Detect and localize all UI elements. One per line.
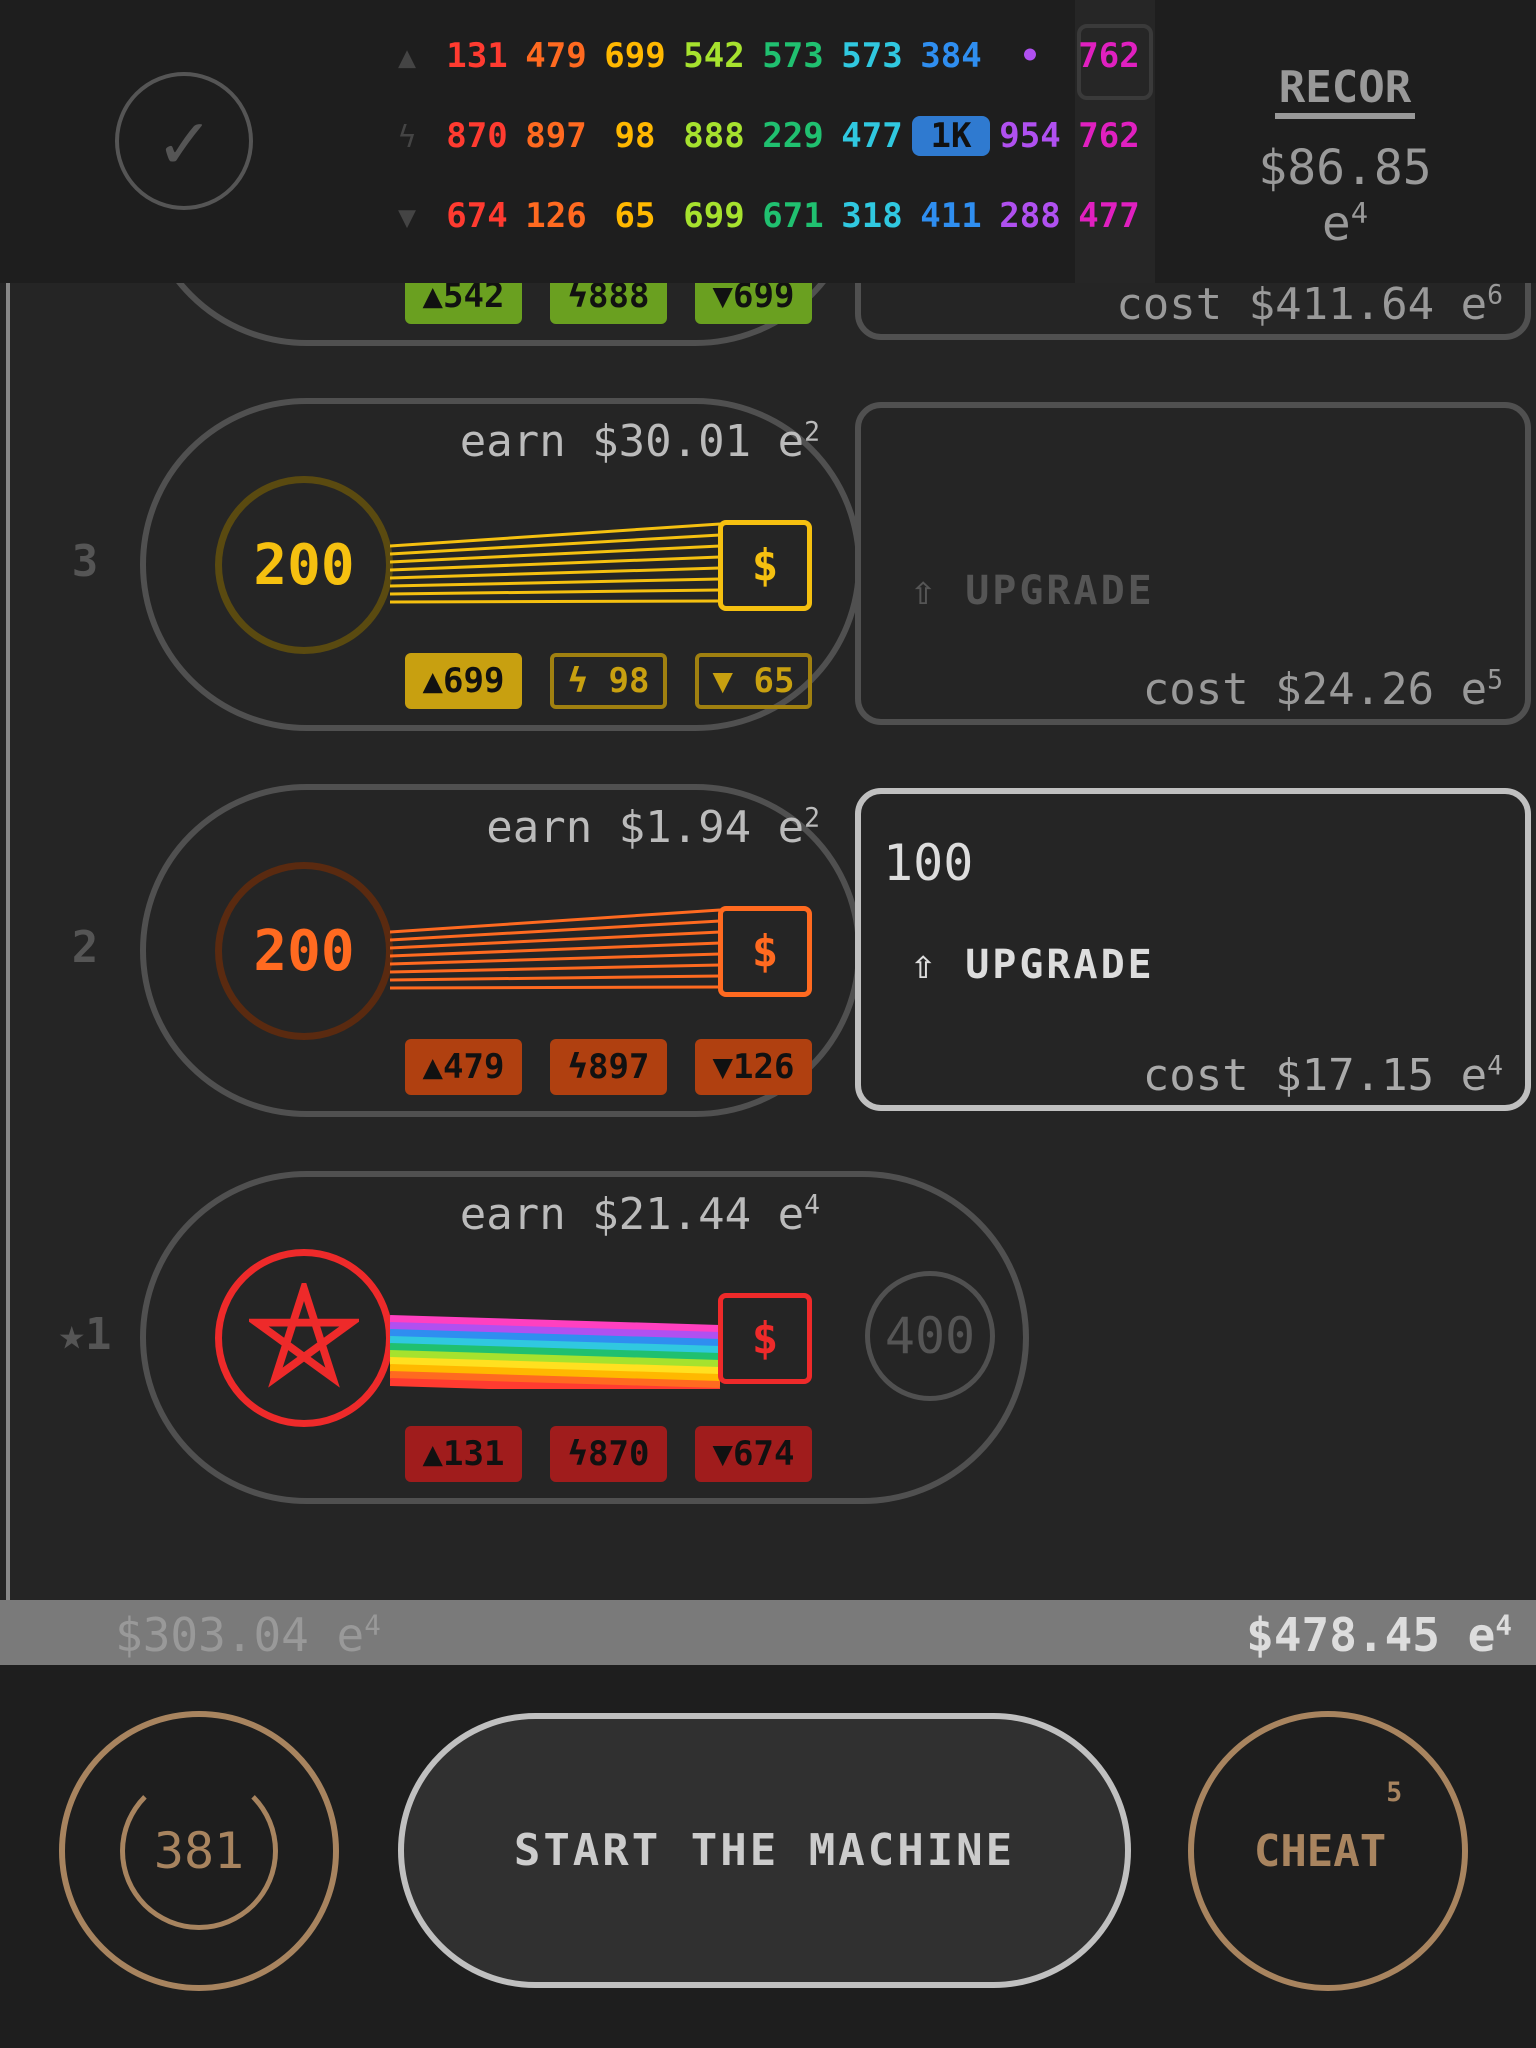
beam-line [390, 577, 720, 588]
beam-line [390, 908, 720, 934]
beam-line [390, 522, 720, 548]
stat-cell: 671 [762, 196, 824, 236]
stat-badge: ▲131 [405, 1426, 522, 1482]
stat-cell: 411 [920, 196, 982, 236]
stat-badge: ▲699 [405, 653, 522, 709]
stat-badge: ϟ870 [550, 1426, 667, 1482]
stats-panel: ✓ ▲ 131 479 699 542 573 573 384 • 762 ϟ 870 897 98 888… [0, 0, 1536, 283]
timer-button[interactable]: 381 [59, 1711, 339, 1991]
level-dial[interactable]: 200 [215, 862, 393, 1040]
stat-cell: 477 [1078, 196, 1140, 236]
stat-badge: ▼ 65 [695, 653, 812, 709]
upgrade-cost: cost $411.64 e6 [1116, 279, 1503, 330]
start-label: START THE MACHINE [513, 1825, 1016, 1876]
beam-line [390, 599, 720, 604]
machine-number: 3 [71, 536, 99, 587]
status-bar: $303.04 e4 $478.45 e4 [0, 1600, 1536, 1665]
beam-line [390, 974, 720, 982]
controls: 381 START THE MACHINE CHEAT 5 [0, 1665, 1536, 2048]
stat-cell: 479 [525, 36, 587, 76]
stat-cell: 699 [683, 196, 745, 236]
stat-cell: 897 [525, 116, 587, 156]
machine-number: ★1 [58, 1309, 112, 1360]
arrow-up-icon: ⇧ [911, 568, 939, 614]
down-triangle-icon: ▼ [397, 200, 417, 235]
stat-cell: 229 [762, 116, 824, 156]
dollar-icon: $ [751, 540, 779, 591]
next-level-button[interactable]: 400 [865, 1271, 995, 1401]
timer-value: 381 [153, 1822, 245, 1880]
up-triangle-icon: ▲ [397, 40, 417, 75]
collect-button[interactable]: $ [718, 1293, 812, 1384]
money-beam [390, 1315, 720, 1389]
beam-line [390, 588, 720, 596]
stat-cell: 384 [920, 36, 982, 76]
upgrade-level: 100 [883, 834, 974, 892]
cheat-label: CHEAT [1253, 1825, 1387, 1877]
earn-label: earn $30.01 e2 [459, 416, 820, 467]
stat-cell: 126 [525, 196, 587, 236]
money-total: $478.45 e4 [1246, 1608, 1512, 1662]
stat-cell: 888 [683, 116, 745, 156]
machine-number: 2 [71, 922, 99, 973]
stat-badge: ϟ 98 [550, 653, 667, 709]
income-total: $303.04 e4 [115, 1608, 381, 1662]
stat-cell: 98 [614, 116, 656, 156]
stat-cell: 762 [1078, 36, 1140, 76]
stat-cell: 674 [446, 196, 508, 236]
stat-cell: 477 [841, 116, 903, 156]
stat-cell: 542 [683, 36, 745, 76]
stat-cell: 870 [446, 116, 508, 156]
stat-cell: 1K [912, 116, 990, 156]
stat-cell: • [1019, 36, 1041, 76]
upgrade-cost: cost $24.26 e5 [1142, 664, 1503, 715]
dollar-icon: $ [751, 926, 779, 977]
stat-cell: 699 [604, 36, 666, 76]
stat-cell: 954 [999, 116, 1061, 156]
beam-line [390, 533, 720, 556]
earn-label: earn $1.94 e2 [486, 802, 820, 853]
beam-line [390, 919, 720, 942]
arrow-up-icon: ⇧ [911, 942, 939, 988]
upgrade-label: ⇧ UPGRADE [911, 568, 1155, 614]
pentagram-icon [249, 1283, 359, 1388]
stat-cell: 573 [841, 36, 903, 76]
upgrade-cost: cost $17.15 e4 [1142, 1050, 1503, 1101]
stat-cell: 131 [446, 36, 508, 76]
checkmark-icon: ✓ [159, 94, 209, 188]
upgrade-button[interactable]: ⇧ UPGRADE cost $24.26 e5 [855, 402, 1531, 725]
refresh-icon: 381 [120, 1772, 278, 1930]
money-beam [390, 908, 720, 990]
level-dial[interactable] [215, 1249, 393, 1427]
cheat-button[interactable]: CHEAT 5 [1188, 1711, 1468, 1991]
money-beam [390, 522, 720, 604]
flow-line [6, 283, 10, 1628]
collect-button[interactable]: $ [718, 906, 812, 997]
upgrade-button[interactable]: 100 ⇧ UPGRADE cost $17.15 e4 [855, 788, 1531, 1111]
earn-label: earn $21.44 e4 [459, 1189, 820, 1240]
stat-cell: 573 [762, 36, 824, 76]
cheat-count: 5 [1386, 1777, 1403, 1808]
record-label: RECOR [1275, 62, 1415, 119]
level-dial[interactable]: 200 [215, 476, 393, 654]
beam-line [390, 963, 720, 974]
beam-line [390, 985, 720, 990]
stat-cell: 65 [614, 196, 656, 236]
stat-badge: ▲479 [405, 1039, 522, 1095]
record-value: $86.85 e4 [1258, 140, 1432, 252]
start-machine-button[interactable]: START THE MACHINE [398, 1713, 1131, 1988]
check-button[interactable]: ✓ [115, 72, 253, 210]
stat-badge: ▼126 [695, 1039, 812, 1095]
stat-cell: 318 [841, 196, 903, 236]
collect-button[interactable]: $ [718, 520, 812, 611]
lightning-icon: ϟ [397, 120, 417, 155]
stat-cell: 762 [1078, 116, 1140, 156]
stat-cell: 288 [999, 196, 1061, 236]
stat-badge: ϟ897 [550, 1039, 667, 1095]
dollar-icon: $ [751, 1313, 779, 1364]
stat-badge: ▼674 [695, 1426, 812, 1482]
upgrade-label: ⇧ UPGRADE [911, 942, 1155, 988]
